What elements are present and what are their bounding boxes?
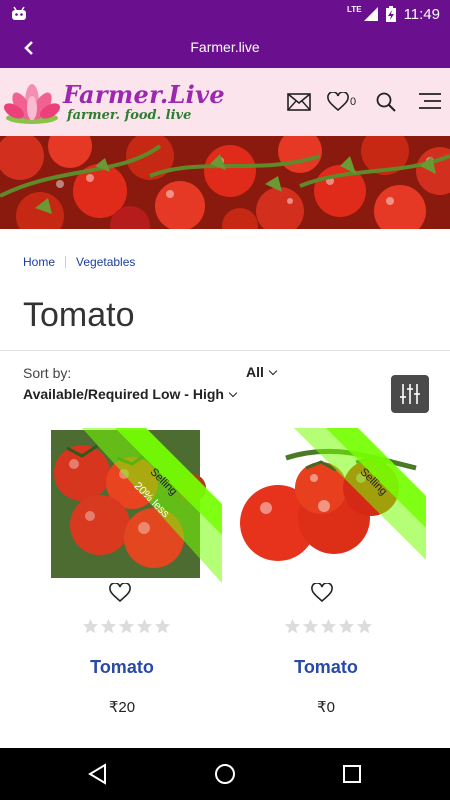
network-type: LTE bbox=[347, 4, 362, 14]
rating-stars bbox=[82, 618, 171, 635]
filter-value: All bbox=[246, 364, 264, 380]
star-icon bbox=[338, 618, 355, 634]
product-name[interactable]: Tomato bbox=[22, 657, 222, 678]
star-icon bbox=[302, 618, 319, 634]
chevron-down-icon bbox=[268, 366, 278, 376]
mail-icon[interactable] bbox=[287, 92, 311, 112]
product-image[interactable]: Selling 20% less bbox=[22, 428, 222, 583]
product-price: ₹20 bbox=[108, 699, 136, 716]
android-icon bbox=[12, 6, 26, 20]
lotus-logo-icon[interactable] bbox=[4, 78, 60, 128]
star-icon bbox=[100, 618, 117, 634]
system-navigation-bar bbox=[0, 748, 450, 800]
hamburger-menu-icon[interactable] bbox=[419, 92, 441, 110]
favorite-heart-icon[interactable] bbox=[109, 583, 131, 603]
battery-charging-icon bbox=[385, 6, 396, 22]
rating-stars bbox=[284, 618, 373, 635]
sort-label: Sort by: bbox=[23, 365, 72, 381]
product-name[interactable]: Tomato bbox=[226, 657, 426, 678]
nav-back-icon[interactable] bbox=[86, 762, 110, 786]
status-bar: LTE 11:49 bbox=[0, 0, 450, 28]
site-header: Farmer.Live farmer. food. live 0 bbox=[0, 68, 450, 136]
page-title: Tomato bbox=[23, 296, 135, 334]
filter-dropdown[interactable]: All bbox=[246, 364, 278, 380]
star-icon bbox=[136, 618, 153, 634]
favorite-heart-icon[interactable] bbox=[311, 583, 333, 603]
product-price: ₹0 bbox=[317, 699, 335, 716]
star-icon bbox=[320, 618, 337, 634]
sliders-icon bbox=[400, 384, 420, 404]
logo-tagline: farmer. food. live bbox=[67, 108, 192, 123]
nav-recents-icon[interactable] bbox=[340, 762, 364, 786]
search-icon[interactable] bbox=[376, 92, 396, 112]
nav-home-icon[interactable] bbox=[213, 762, 237, 786]
star-icon bbox=[284, 618, 301, 634]
sort-dropdown[interactable]: Available/Required Low - High bbox=[23, 386, 238, 402]
breadcrumb-home[interactable]: Home bbox=[23, 255, 55, 269]
breadcrumb-separator bbox=[65, 256, 67, 268]
star-icon bbox=[82, 618, 99, 634]
filter-settings-button[interactable] bbox=[391, 375, 429, 413]
category-banner-image bbox=[0, 136, 450, 229]
clock: 11:49 bbox=[403, 5, 440, 23]
logo-name[interactable]: Farmer.Live bbox=[63, 80, 225, 109]
app-title: Farmer.live bbox=[190, 39, 260, 55]
breadcrumb-vegetables[interactable]: Vegetables bbox=[76, 255, 135, 269]
product-image[interactable]: Selling bbox=[226, 428, 426, 583]
sort-value: Available/Required Low - High bbox=[23, 386, 224, 402]
breadcrumb: Home Vegetables bbox=[23, 255, 135, 269]
wishlist-heart-icon[interactable] bbox=[327, 92, 349, 112]
star-icon bbox=[356, 618, 373, 634]
divider bbox=[0, 350, 450, 351]
chevron-down-icon bbox=[228, 388, 238, 398]
star-icon bbox=[154, 618, 171, 634]
app-bar: Farmer.live bbox=[0, 28, 450, 68]
wishlist-count: 0 bbox=[350, 96, 357, 108]
signal-icon bbox=[363, 7, 378, 21]
star-icon bbox=[118, 618, 135, 634]
